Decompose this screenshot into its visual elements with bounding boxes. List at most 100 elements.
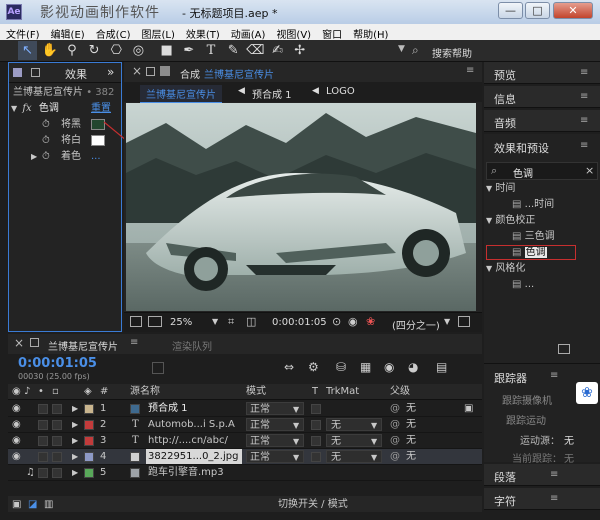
expand-arrow-icon[interactable]: ▶	[72, 449, 78, 464]
tab-effects[interactable]: 效果	[65, 66, 87, 82]
toggle-panel-icon[interactable]: ▣	[12, 497, 21, 512]
hand-tool-icon[interactable]: ✋	[40, 41, 59, 60]
tree-item-tint[interactable]: ▤ 色调	[484, 245, 600, 261]
effects-search-value[interactable]: 色调	[513, 165, 533, 180]
menu-file[interactable]: 文件(F)	[0, 24, 45, 41]
rectangle-tool-icon[interactable]: ■	[157, 41, 176, 60]
menu-window[interactable]: 窗口	[316, 24, 347, 41]
layer-row[interactable]: ♫ ▶ 5 跑车引擎音.mp3	[8, 465, 482, 481]
lock-toggle[interactable]	[52, 420, 62, 430]
solo-toggle[interactable]	[38, 452, 48, 462]
eye-icon[interactable]: ◉	[12, 401, 21, 416]
motion-source-value[interactable]: 无	[564, 432, 574, 447]
layer-row[interactable]: ◉ ▶ 2 T Automob...i S.p.A 正常 ▼ 无 ▼ @ 无	[8, 417, 482, 433]
layer-switch-icon[interactable]: ▣	[464, 401, 473, 416]
composition-viewer[interactable]	[126, 103, 476, 311]
layer-name[interactable]: 3822951...0_2.jpg	[146, 449, 242, 464]
clear-search-icon[interactable]: ×	[585, 164, 594, 177]
pick-whip-icon[interactable]: @	[390, 417, 400, 432]
lock-toggle[interactable]	[52, 436, 62, 446]
lock-toggle[interactable]	[52, 404, 62, 414]
audio-panel[interactable]: 音频 ≡	[484, 110, 600, 132]
stopwatch-icon[interactable]: ⏱	[42, 149, 50, 165]
show-snapshot-icon[interactable]: ◉	[348, 315, 358, 328]
panel-menu-icon[interactable]: ≡	[580, 91, 588, 102]
timeline-timecode[interactable]: 0:00:01:05	[18, 356, 97, 371]
label-color-chip[interactable]	[84, 468, 94, 478]
tree-item-tritone[interactable]: ▤ 三色调	[484, 229, 600, 245]
tab-timeline[interactable]: 兰博基尼宣传片	[48, 338, 118, 353]
effects-search-field[interactable]: ⌕ 色调 ×	[486, 162, 598, 180]
panel-menu-icon[interactable]: ≡	[130, 337, 138, 348]
label-color-chip[interactable]	[84, 420, 94, 430]
speaker-icon[interactable]: ♫	[26, 465, 35, 480]
search-help-label[interactable]: 搜索帮助	[432, 45, 472, 60]
panel-menu-icon[interactable]: ≡	[580, 67, 588, 78]
brush-tool-icon[interactable]: ✎	[224, 41, 243, 60]
expand-arrow-icon[interactable]: ▶	[72, 433, 78, 448]
search-icon[interactable]: ⌕	[412, 43, 419, 58]
pick-whip-icon[interactable]: @	[390, 433, 400, 448]
column-source-name[interactable]: 源名称	[130, 384, 160, 399]
always-preview-icon[interactable]	[130, 316, 142, 327]
panel-menu-icon[interactable]: ≡	[466, 65, 474, 76]
panel-overflow-icon[interactable]: »	[107, 65, 114, 79]
menu-layer[interactable]: 图层(L)	[135, 24, 179, 41]
graph-editor-icon[interactable]: ◕	[408, 360, 418, 374]
solo-toggle[interactable]	[38, 468, 48, 478]
panel-menu-icon[interactable]: ≡	[550, 493, 558, 504]
preserve-transparency-toggle[interactable]	[311, 420, 321, 430]
character-panel[interactable]: 字符 ≡	[484, 488, 600, 510]
type-tool-icon[interactable]: T	[202, 41, 221, 60]
collapse-arrow-icon[interactable]: ▼	[486, 184, 492, 193]
lock-icon[interactable]	[146, 67, 155, 76]
label-color-chip[interactable]	[84, 436, 94, 446]
expand-arrow-icon[interactable]: ▶	[72, 417, 78, 432]
label-color-chip[interactable]	[84, 452, 94, 462]
close-tab-icon[interactable]: ×	[14, 336, 24, 350]
preview-panel[interactable]: 预览 ≡	[484, 62, 600, 84]
mode-dropdown[interactable]: 正常 ▼	[246, 402, 304, 415]
track-camera-button[interactable]: 跟踪摄像机	[502, 392, 552, 407]
trkmat-dropdown[interactable]: 无 ▼	[326, 450, 382, 463]
color-channels-icon[interactable]: ❀	[366, 315, 375, 328]
parent-value[interactable]: 无	[406, 449, 416, 464]
shy-layers-icon[interactable]: ⛁	[336, 360, 346, 374]
trkmat-dropdown[interactable]: 无 ▼	[326, 418, 382, 431]
menu-edit[interactable]: 编辑(E)	[45, 24, 90, 41]
lock-icon[interactable]	[31, 68, 40, 77]
minimize-button[interactable]: —	[498, 2, 523, 19]
maximize-button[interactable]: □	[525, 2, 550, 19]
panel-menu-icon[interactable]: ≡	[550, 370, 558, 381]
selection-tool-icon[interactable]: ↖	[18, 41, 37, 60]
tree-item-stylize[interactable]: ▤ ...	[484, 277, 600, 293]
resolution-dropdown[interactable]: (四分之一)	[392, 317, 440, 332]
paragraph-panel[interactable]: 段落 ≡	[484, 464, 600, 486]
rotate-tool-icon[interactable]: ↻	[85, 41, 104, 60]
roto-brush-tool-icon[interactable]: ✍	[268, 41, 287, 60]
snapshot-icon[interactable]: ⊙	[332, 315, 341, 328]
reset-link[interactable]: 重置	[91, 101, 111, 117]
menu-view[interactable]: 视图(V)	[270, 24, 316, 41]
expand-arrow-icon[interactable]: ▶	[72, 401, 78, 416]
toggle-switches-icon[interactable]: ◪	[28, 497, 37, 512]
safe-zones-icon[interactable]: ⌗	[228, 315, 234, 329]
solo-toggle[interactable]	[38, 420, 48, 430]
label-color-chip[interactable]	[84, 404, 94, 414]
paw-icon[interactable]: ❀	[576, 382, 598, 404]
mode-dropdown[interactable]: 正常 ▼	[246, 418, 304, 431]
layer-row[interactable]: ◉ ▶ 4 3822951...0_2.jpg 正常 ▼ 无 ▼ @ 无	[8, 449, 482, 465]
layer-name[interactable]: Automob...i S.p.A	[148, 417, 235, 432]
flow-item-precomp[interactable]: 预合成 1	[252, 86, 292, 101]
pick-whip-icon[interactable]: @	[390, 401, 400, 416]
search-layers-field[interactable]	[152, 362, 164, 374]
new-preset-icon[interactable]	[558, 344, 570, 354]
layer-name[interactable]: 跑车引擎音.mp3	[148, 465, 224, 480]
solo-toggle[interactable]	[38, 436, 48, 446]
menu-effect[interactable]: 效果(T)	[180, 24, 225, 41]
tab-prefix[interactable]: 合成	[180, 66, 200, 81]
flow-item-logo[interactable]: LOGO	[326, 86, 355, 97]
collapse-arrow-icon[interactable]: ▼	[11, 104, 17, 113]
layer-comments-icon[interactable]: ▤	[436, 360, 447, 374]
stopwatch-icon[interactable]: ⏱	[42, 117, 50, 133]
